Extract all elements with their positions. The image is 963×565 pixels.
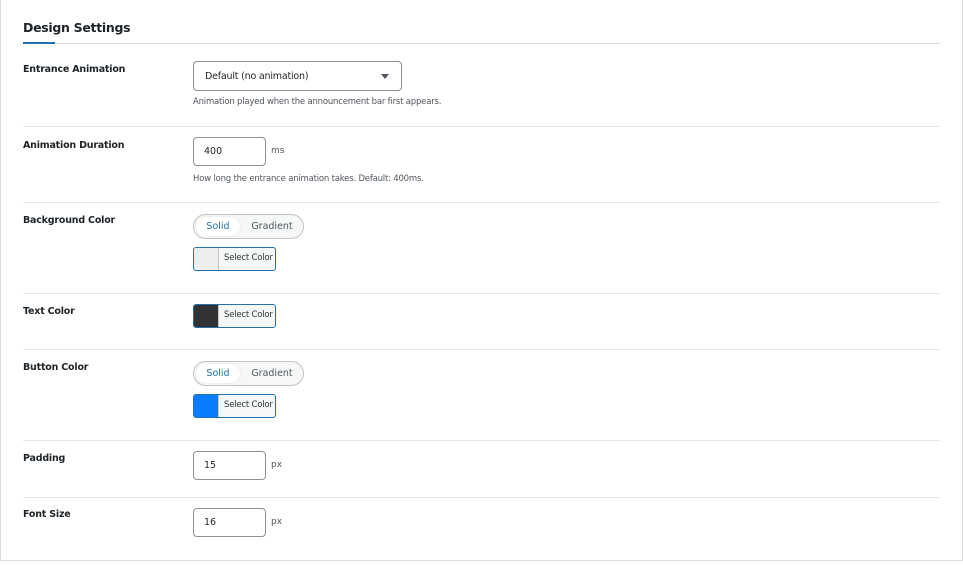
divider bbox=[23, 497, 940, 498]
padding-unit: px bbox=[271, 460, 283, 470]
entrance-animation-label: Entrance Animation bbox=[23, 64, 126, 75]
button-color-swatch bbox=[194, 395, 219, 417]
animation-duration-label: Animation Duration bbox=[23, 140, 125, 151]
background-color-button[interactable]: Select Color bbox=[193, 247, 276, 271]
button-color-button[interactable]: Select Color bbox=[193, 394, 276, 418]
background-color-label: Background Color bbox=[23, 215, 116, 226]
button-solid-option[interactable]: Solid bbox=[196, 364, 240, 383]
text-color-swatch bbox=[194, 305, 219, 327]
section-title: Design Settings bbox=[23, 20, 131, 35]
duration-unit: ms bbox=[271, 146, 285, 156]
background-gradient-option[interactable]: Gradient bbox=[244, 217, 300, 236]
text-color-label: Text Color bbox=[23, 306, 75, 317]
background-solid-option[interactable]: Solid bbox=[196, 217, 240, 236]
background-color-swatch bbox=[194, 248, 219, 270]
entrance-animation-value: Default (no animation) bbox=[205, 71, 309, 82]
background-type-toggle: Solid Gradient bbox=[193, 214, 304, 239]
settings-panel bbox=[0, 0, 963, 561]
button-color-type-toggle: Solid Gradient bbox=[193, 361, 304, 386]
divider bbox=[23, 349, 940, 350]
button-gradient-option[interactable]: Gradient bbox=[244, 364, 300, 383]
divider bbox=[23, 293, 940, 294]
button-color-label: Button Color bbox=[23, 362, 89, 373]
divider bbox=[23, 440, 940, 441]
select-color-label: Select Color bbox=[224, 253, 273, 263]
divider bbox=[23, 202, 940, 203]
entrance-animation-help: Animation played when the announcement b… bbox=[193, 97, 442, 107]
font-size-unit: px bbox=[271, 517, 283, 527]
font-size-input[interactable] bbox=[193, 508, 266, 537]
font-size-label: Font Size bbox=[23, 509, 71, 520]
text-color-button[interactable]: Select Color bbox=[193, 304, 276, 328]
chevron-down-icon bbox=[381, 74, 389, 79]
padding-label: Padding bbox=[23, 453, 66, 464]
select-color-label: Select Color bbox=[224, 400, 273, 410]
divider bbox=[23, 126, 940, 127]
title-underline bbox=[23, 42, 940, 44]
padding-input[interactable] bbox=[193, 451, 266, 480]
entrance-animation-select[interactable]: Default (no animation) bbox=[193, 61, 402, 91]
select-color-label: Select Color bbox=[224, 310, 273, 320]
animation-duration-help: How long the entrance animation takes. D… bbox=[193, 174, 424, 184]
animation-duration-input[interactable] bbox=[193, 137, 266, 166]
